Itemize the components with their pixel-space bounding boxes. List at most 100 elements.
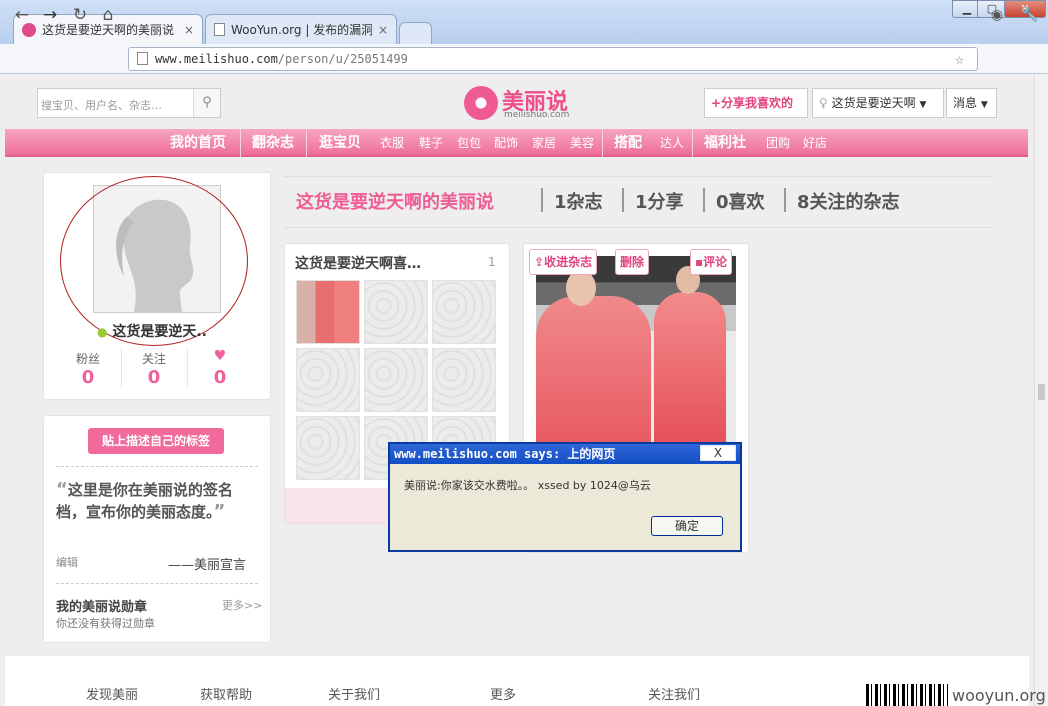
magazine-thumbnail[interactable] <box>296 280 360 344</box>
url-path: /person/u/25051499 <box>277 52 408 66</box>
strip-divider <box>541 188 543 212</box>
nav-accessories[interactable]: 配饰 <box>494 129 518 157</box>
chevron-down-icon: ▼ <box>980 100 988 110</box>
signature-text-block: “这里是你在美丽说的签名档，宣布你的美丽态度。” <box>56 479 256 523</box>
nav-group-buy[interactable]: 团购 <box>766 129 790 157</box>
divider <box>56 583 258 584</box>
messages-label: 消息 <box>953 96 978 110</box>
strip-divider <box>703 188 705 212</box>
tab-close-icon[interactable]: × <box>184 23 194 37</box>
signature-author: ——美丽宣言 <box>168 558 247 573</box>
scrollbar-thumb[interactable] <box>1038 384 1045 400</box>
logo-flower-icon <box>464 86 498 120</box>
nav-home[interactable]: 我的首页 <box>170 129 226 157</box>
watermark: wooyun.org <box>952 686 1046 705</box>
comment-button[interactable]: ▪评论 <box>690 249 733 275</box>
user-menu[interactable]: ♀ 这货是要逆天啊 ▼ <box>812 88 944 118</box>
shares-count[interactable]: 1分享 <box>635 188 684 214</box>
page-title: 这货是要逆天啊的美丽说 <box>296 192 494 213</box>
footer-link[interactable]: 发现美丽 <box>86 684 138 703</box>
tab-wooyun[interactable]: WooYun.org | 发布的漏洞 × <box>205 14 397 44</box>
nav-divider <box>240 129 241 157</box>
stat-following-label: 关注 <box>141 352 166 366</box>
chevron-down-icon: ▼ <box>919 100 927 110</box>
home-icon[interactable]: ⌂ <box>96 4 120 26</box>
nav-shoes[interactable]: 鞋子 <box>419 129 443 157</box>
page-icon <box>137 52 148 65</box>
tab-close-icon[interactable]: × <box>378 23 388 37</box>
open-quote-icon: “ <box>56 479 68 500</box>
user-status-icon: ● <box>97 325 108 339</box>
user-menu-label: 这货是要逆天啊 <box>831 96 916 110</box>
profile-name-text: 这货是要逆天.. <box>112 324 207 340</box>
collect-icon: ⇪ <box>534 255 545 269</box>
stat-following-value[interactable]: 0 <box>121 367 187 388</box>
forward-arrow-icon[interactable]: → <box>38 4 62 26</box>
back-arrow-icon[interactable]: ← <box>10 4 34 26</box>
comment-label: 评论 <box>703 255 728 269</box>
shared-photo[interactable] <box>536 256 736 444</box>
nav-home-decor[interactable]: 家居 <box>532 129 556 157</box>
photo-figure-left <box>536 296 651 444</box>
nav-outfits[interactable]: 搭配 <box>614 129 642 157</box>
nav-bags[interactable]: 包包 <box>457 129 481 157</box>
nav-divider <box>692 129 693 157</box>
add-tags-button[interactable]: 贴上描述自己的标签 <box>88 428 224 454</box>
nav-browse[interactable]: 逛宝贝 <box>319 129 361 157</box>
footer-link[interactable]: 关于我们 <box>328 684 380 703</box>
address-bar[interactable]: www.meilishuo.com/person/u/25051499 ☆ <box>128 47 978 71</box>
profile-name[interactable]: ● 这货是要逆天.. <box>97 321 207 341</box>
collect-to-magazine-button[interactable]: ⇪收进杂志 <box>529 249 598 275</box>
nav-magazines[interactable]: 翻杂志 <box>252 129 294 157</box>
strip-divider <box>622 188 624 212</box>
photo-figure-right <box>654 292 726 444</box>
search-icon[interactable]: ⚲ <box>193 89 220 117</box>
footer-link[interactable]: 获取帮助 <box>200 684 252 703</box>
wrench-icon[interactable]: 🔧 <box>1018 4 1042 26</box>
bookmark-star-icon[interactable]: ☆ <box>955 48 964 70</box>
comment-icon: ▪ <box>695 255 704 269</box>
qr-code-icon <box>866 684 948 706</box>
badges-more-link[interactable]: 更多>> <box>222 597 262 613</box>
messages-menu[interactable]: 消息 ▼ <box>946 88 997 118</box>
stat-fans-label: 粉丝 <box>75 352 100 366</box>
footer-link[interactable]: 关注我们 <box>648 684 700 703</box>
nav-experts[interactable]: 达人 <box>660 129 684 157</box>
url-host: www.meilishuo.com <box>155 52 278 66</box>
meilishuo-logo[interactable]: 美丽说 meilishuo.com <box>462 82 582 124</box>
signature-text: 这里是你在美丽说的签名档，宣布你的美丽态度。 <box>56 481 233 521</box>
delete-button[interactable]: 删除 <box>615 249 650 275</box>
divider <box>56 466 258 467</box>
followed-magazines-count[interactable]: 8关注的杂志 <box>797 188 900 214</box>
stat-fans-value[interactable]: 0 <box>55 367 121 388</box>
magazines-count[interactable]: 1杂志 <box>554 188 603 214</box>
nav-good-shops[interactable]: 好店 <box>803 129 827 157</box>
empty-thumbnail <box>364 348 428 412</box>
alert-ok-button[interactable]: 确定 <box>651 516 723 536</box>
nav-welfare[interactable]: 福利社 <box>704 129 746 157</box>
page-scrollbar[interactable] <box>1034 74 1048 706</box>
stat-likes-value[interactable]: 0 <box>187 367 253 388</box>
nav-clothes[interactable]: 衣服 <box>380 129 404 157</box>
collect-label: 收进杂志 <box>544 255 593 269</box>
magazine-title[interactable]: 这货是要逆天啊喜… <box>295 253 421 273</box>
empty-thumbnail <box>432 348 496 412</box>
alert-title: www.meilishuo.com says: 上的网页 <box>390 444 740 464</box>
badges-title: 我的美丽说勋章 <box>56 600 148 615</box>
reload-icon[interactable]: ↻ <box>68 4 92 26</box>
footer-link[interactable]: 更多 <box>490 684 516 703</box>
nav-beauty[interactable]: 美容 <box>570 129 594 157</box>
nav-divider <box>602 129 603 157</box>
photo-figure-face <box>566 270 596 306</box>
empty-thumbnail <box>296 348 360 412</box>
new-tab-button[interactable] <box>399 22 432 44</box>
empty-thumbnail <box>432 280 496 344</box>
alert-close-button[interactable]: X <box>700 445 736 461</box>
likes-count[interactable]: 0喜欢 <box>716 188 765 214</box>
share-button[interactable]: +分享我喜欢的 <box>704 88 808 118</box>
logo-subtext: meilishuo.com <box>504 110 570 120</box>
nav-divider <box>306 129 307 157</box>
edit-signature-link[interactable]: 编辑 <box>56 554 78 570</box>
user-avatar-icon: ♀ <box>819 96 828 110</box>
extension-icon[interactable]: ◉ <box>985 4 1009 26</box>
